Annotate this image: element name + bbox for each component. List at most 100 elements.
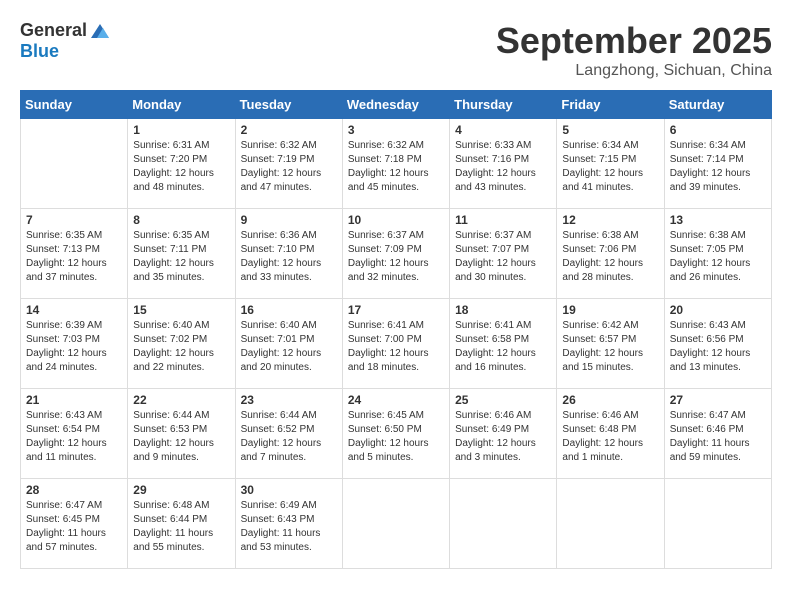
calendar-cell: 29 Sunrise: 6:48 AMSunset: 6:44 PMDayligh… xyxy=(128,479,235,569)
day-number: 16 xyxy=(241,303,337,317)
calendar-cell: 11 Sunrise: 6:37 AMSunset: 7:07 PMDayligh… xyxy=(450,209,557,299)
calendar-cell: 25 Sunrise: 6:46 AMSunset: 6:49 PMDayligh… xyxy=(450,389,557,479)
day-info: Sunrise: 6:40 AMSunset: 7:01 PMDaylight:… xyxy=(241,319,337,375)
calendar-cell: 24 Sunrise: 6:45 AMSunset: 6:50 PMDayligh… xyxy=(342,389,449,479)
day-number: 26 xyxy=(562,393,658,407)
day-info: Sunrise: 6:48 AMSunset: 6:44 PMDaylight:… xyxy=(133,499,229,555)
calendar-table: SundayMondayTuesdayWednesdayThursdayFrid… xyxy=(20,90,772,569)
calendar-cell: 26 Sunrise: 6:46 AMSunset: 6:48 PMDayligh… xyxy=(557,389,664,479)
calendar-location: Langzhong, Sichuan, China xyxy=(496,62,772,80)
day-number: 6 xyxy=(670,123,766,137)
day-info: Sunrise: 6:39 AMSunset: 7:03 PMDaylight:… xyxy=(26,319,122,375)
weekday-header-friday: Friday xyxy=(557,91,664,119)
weekday-row: SundayMondayTuesdayWednesdayThursdayFrid… xyxy=(21,91,772,119)
weekday-header-sunday: Sunday xyxy=(21,91,128,119)
weekday-header-saturday: Saturday xyxy=(664,91,771,119)
day-number: 8 xyxy=(133,213,229,227)
day-number: 4 xyxy=(455,123,551,137)
calendar-cell: 9 Sunrise: 6:36 AMSunset: 7:10 PMDaylight… xyxy=(235,209,342,299)
day-info: Sunrise: 6:41 AMSunset: 7:00 PMDaylight:… xyxy=(348,319,444,375)
calendar-cell: 14Sunrise: 6:39 AMSunset: 7:03 PMDayligh… xyxy=(21,299,128,389)
day-info: Sunrise: 6:33 AMSunset: 7:16 PMDaylight:… xyxy=(455,139,551,195)
logo: General Blue xyxy=(20,20,111,62)
weekday-header-tuesday: Tuesday xyxy=(235,91,342,119)
weekday-header-monday: Monday xyxy=(128,91,235,119)
day-info: Sunrise: 6:37 AMSunset: 7:07 PMDaylight:… xyxy=(455,229,551,285)
calendar-cell: 15Sunrise: 6:40 AMSunset: 7:02 PMDayligh… xyxy=(128,299,235,389)
week-row-1: 1Sunrise: 6:31 AMSunset: 7:20 PMDaylight… xyxy=(21,119,772,209)
day-info: Sunrise: 6:46 AMSunset: 6:49 PMDaylight:… xyxy=(455,409,551,465)
day-number: 22 xyxy=(133,393,229,407)
day-info: Sunrise: 6:41 AMSunset: 6:58 PMDaylight:… xyxy=(455,319,551,375)
calendar-cell: 8 Sunrise: 6:35 AMSunset: 7:11 PMDaylight… xyxy=(128,209,235,299)
day-info: Sunrise: 6:35 AMSunset: 7:11 PMDaylight:… xyxy=(133,229,229,285)
day-info: Sunrise: 6:46 AMSunset: 6:48 PMDaylight:… xyxy=(562,409,658,465)
calendar-cell: 21Sunrise: 6:43 AMSunset: 6:54 PMDayligh… xyxy=(21,389,128,479)
calendar-cell: 12Sunrise: 6:38 AMSunset: 7:06 PMDayligh… xyxy=(557,209,664,299)
calendar-cell: 30 Sunrise: 6:49 AMSunset: 6:43 PMDayligh… xyxy=(235,479,342,569)
day-info: Sunrise: 6:34 AMSunset: 7:15 PMDaylight:… xyxy=(562,139,658,195)
day-info: Sunrise: 6:31 AMSunset: 7:20 PMDaylight:… xyxy=(133,139,229,195)
week-row-2: 7Sunrise: 6:35 AMSunset: 7:13 PMDaylight… xyxy=(21,209,772,299)
day-info: Sunrise: 6:44 AMSunset: 6:53 PMDaylight:… xyxy=(133,409,229,465)
calendar-cell: 6 Sunrise: 6:34 AMSunset: 7:14 PMDaylight… xyxy=(664,119,771,209)
day-number: 11 xyxy=(455,213,551,227)
day-info: Sunrise: 6:47 AMSunset: 6:46 PMDaylight:… xyxy=(670,409,766,465)
day-number: 10 xyxy=(348,213,444,227)
day-number: 29 xyxy=(133,483,229,497)
day-info: Sunrise: 6:42 AMSunset: 6:57 PMDaylight:… xyxy=(562,319,658,375)
day-number: 12 xyxy=(562,213,658,227)
title-block: September 2025 Langzhong, Sichuan, China xyxy=(496,20,772,80)
day-info: Sunrise: 6:45 AMSunset: 6:50 PMDaylight:… xyxy=(348,409,444,465)
week-row-4: 21Sunrise: 6:43 AMSunset: 6:54 PMDayligh… xyxy=(21,389,772,479)
calendar-cell: 7Sunrise: 6:35 AMSunset: 7:13 PMDaylight… xyxy=(21,209,128,299)
day-number: 9 xyxy=(241,213,337,227)
logo-general-text: General xyxy=(20,21,87,41)
calendar-cell: 28 Sunrise: 6:47 AMSunset: 6:45 PMDayligh… xyxy=(21,479,128,569)
day-number: 5 xyxy=(562,123,658,137)
day-info: Sunrise: 6:40 AMSunset: 7:02 PMDaylight:… xyxy=(133,319,229,375)
calendar-cell: 2Sunrise: 6:32 AMSunset: 7:19 PMDaylight… xyxy=(235,119,342,209)
day-number: 23 xyxy=(241,393,337,407)
calendar-title: September 2025 xyxy=(496,20,772,62)
day-number: 25 xyxy=(455,393,551,407)
day-number: 19 xyxy=(562,303,658,317)
day-info: Sunrise: 6:47 AMSunset: 6:45 PMDaylight:… xyxy=(26,499,122,555)
day-info: Sunrise: 6:38 AMSunset: 7:05 PMDaylight:… xyxy=(670,229,766,285)
page-header: General Blue September 2025 Langzhong, S… xyxy=(20,20,772,80)
calendar-cell: 13Sunrise: 6:38 AMSunset: 7:05 PMDayligh… xyxy=(664,209,771,299)
day-info: Sunrise: 6:32 AMSunset: 7:18 PMDaylight:… xyxy=(348,139,444,195)
day-info: Sunrise: 6:36 AMSunset: 7:10 PMDaylight:… xyxy=(241,229,337,285)
day-number: 2 xyxy=(241,123,337,137)
calendar-cell: 1Sunrise: 6:31 AMSunset: 7:20 PMDaylight… xyxy=(128,119,235,209)
day-info: Sunrise: 6:43 AMSunset: 6:54 PMDaylight:… xyxy=(26,409,122,465)
week-row-3: 14Sunrise: 6:39 AMSunset: 7:03 PMDayligh… xyxy=(21,299,772,389)
day-number: 3 xyxy=(348,123,444,137)
weekday-header-wednesday: Wednesday xyxy=(342,91,449,119)
logo-blue-text: Blue xyxy=(20,42,59,62)
calendar-cell: 22 Sunrise: 6:44 AMSunset: 6:53 PMDayligh… xyxy=(128,389,235,479)
calendar-cell: 19 Sunrise: 6:42 AMSunset: 6:57 PMDayligh… xyxy=(557,299,664,389)
day-number: 18 xyxy=(455,303,551,317)
calendar-cell: 18 Sunrise: 6:41 AMSunset: 6:58 PMDayligh… xyxy=(450,299,557,389)
calendar-cell xyxy=(557,479,664,569)
calendar-header: SundayMondayTuesdayWednesdayThursdayFrid… xyxy=(21,91,772,119)
day-info: Sunrise: 6:37 AMSunset: 7:09 PMDaylight:… xyxy=(348,229,444,285)
calendar-body: 1Sunrise: 6:31 AMSunset: 7:20 PMDaylight… xyxy=(21,119,772,569)
calendar-cell xyxy=(450,479,557,569)
calendar-cell xyxy=(664,479,771,569)
day-info: Sunrise: 6:49 AMSunset: 6:43 PMDaylight:… xyxy=(241,499,337,555)
calendar-cell: 20Sunrise: 6:43 AMSunset: 6:56 PMDayligh… xyxy=(664,299,771,389)
calendar-cell: 27Sunrise: 6:47 AMSunset: 6:46 PMDayligh… xyxy=(664,389,771,479)
logo-icon xyxy=(89,20,111,42)
week-row-5: 28 Sunrise: 6:47 AMSunset: 6:45 PMDayligh… xyxy=(21,479,772,569)
day-number: 7 xyxy=(26,213,122,227)
day-number: 20 xyxy=(670,303,766,317)
day-info: Sunrise: 6:34 AMSunset: 7:14 PMDaylight:… xyxy=(670,139,766,195)
day-info: Sunrise: 6:44 AMSunset: 6:52 PMDaylight:… xyxy=(241,409,337,465)
weekday-header-thursday: Thursday xyxy=(450,91,557,119)
day-number: 30 xyxy=(241,483,337,497)
day-number: 24 xyxy=(348,393,444,407)
calendar-cell: 16 Sunrise: 6:40 AMSunset: 7:01 PMDayligh… xyxy=(235,299,342,389)
day-number: 28 xyxy=(26,483,122,497)
